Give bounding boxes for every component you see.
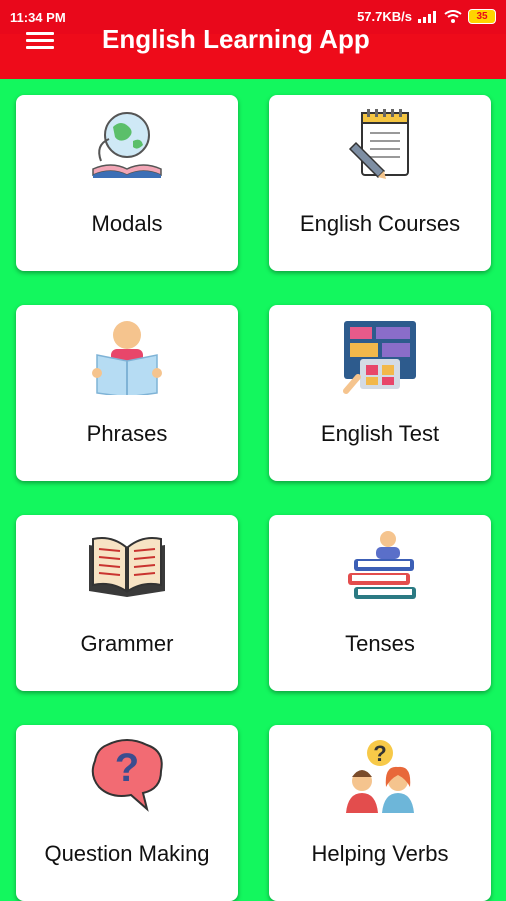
people-question-icon: ? <box>346 740 414 813</box>
open-book-icon <box>89 537 165 597</box>
notepad-pencil-icon <box>348 109 409 179</box>
tile-helping-verbs[interactable]: ? Helping Verbs <box>269 725 491 901</box>
svg-text:?: ? <box>373 741 386 766</box>
svg-text:?: ? <box>115 746 139 790</box>
person-reading-icon <box>92 321 162 395</box>
globe-book-icon <box>92 112 162 178</box>
test-board-icon <box>343 321 416 394</box>
tile-grid: Modals English Courses Phrases English T… <box>0 0 506 901</box>
tile-phrases[interactable]: Phrases <box>16 305 238 481</box>
tile-label: Helping Verbs <box>311 841 449 866</box>
tile-label: Tenses <box>345 631 415 656</box>
tile-label: Phrases <box>86 421 168 446</box>
tile-label: Modals <box>91 211 163 236</box>
question-bubble-icon: ? <box>91 739 163 812</box>
tile-label: Grammer <box>80 631 174 656</box>
books-person-icon <box>348 531 416 599</box>
tile-label: English Courses <box>299 211 461 236</box>
tile-label: Question Making <box>44 841 210 866</box>
tile-grammer[interactable]: Grammer <box>16 515 238 691</box>
tile-label: English Test <box>320 421 440 446</box>
tile-tenses[interactable]: Tenses <box>269 515 491 691</box>
tile-question-making[interactable]: ? Question Making <box>16 725 238 901</box>
tile-modals[interactable]: Modals <box>16 95 238 271</box>
tile-english-courses[interactable]: English Courses <box>269 95 491 271</box>
tile-english-test[interactable]: English Test <box>269 305 491 481</box>
